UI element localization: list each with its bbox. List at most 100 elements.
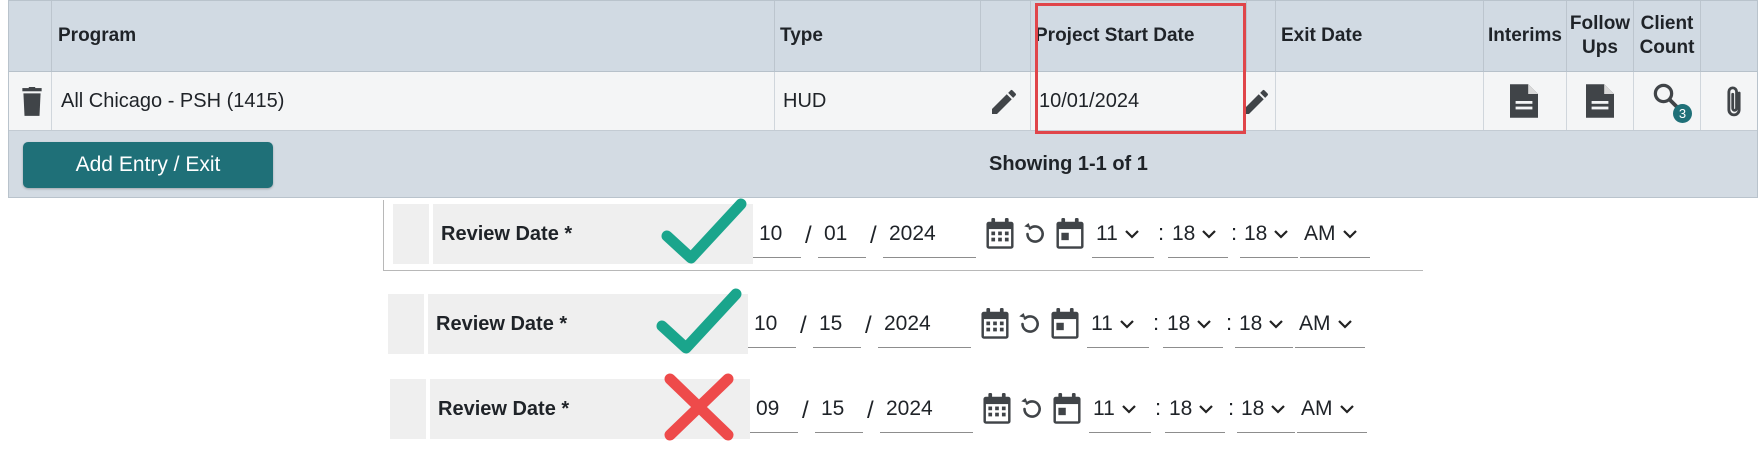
ampm-select[interactable]: AM — [1300, 210, 1370, 258]
hour-select[interactable]: 11 — [1089, 385, 1151, 433]
document-icon[interactable] — [1510, 84, 1538, 118]
paperclip-icon[interactable] — [1723, 84, 1745, 120]
second-select[interactable]: 18 — [1237, 385, 1295, 433]
date-separator: / — [867, 397, 874, 424]
hour-select[interactable]: 11 — [1092, 210, 1154, 258]
chevron-down-icon — [1122, 404, 1136, 414]
minute-value: 18 — [1167, 311, 1191, 335]
calendar-button[interactable] — [985, 218, 1015, 255]
month-input[interactable]: 09 — [750, 385, 798, 433]
chevron-down-icon — [1125, 229, 1139, 239]
minute-value: 18 — [1172, 221, 1196, 245]
header-program[interactable]: Program — [58, 1, 136, 71]
client-count-badge: 3 — [1673, 104, 1692, 123]
month-input[interactable]: 10 — [748, 300, 796, 348]
checkmark-icon — [656, 288, 742, 354]
second-value: 18 — [1241, 396, 1265, 420]
second-value: 18 — [1244, 221, 1268, 245]
document-icon[interactable] — [1586, 84, 1614, 118]
ampm-value: AM — [1301, 396, 1333, 420]
type-cell: HUD — [783, 89, 827, 112]
minute-value: 18 — [1169, 396, 1193, 420]
today-button[interactable] — [1055, 218, 1085, 255]
hour-select[interactable]: 11 — [1087, 300, 1149, 348]
year-input[interactable]: 2024 — [883, 210, 976, 258]
second-select[interactable]: 18 — [1240, 210, 1298, 258]
review-date-row: Review Date * 10 / 15 / 2024 11 : 18: 1… — [388, 288, 1365, 354]
second-value: 18 — [1239, 311, 1263, 335]
time-separator: : — [1155, 395, 1162, 420]
time-separator: : — [1158, 220, 1165, 245]
row-divider — [383, 270, 1423, 271]
time-separator: : — [1226, 310, 1233, 335]
program-cell: All Chicago - PSH (1415) — [61, 89, 285, 112]
year-input[interactable]: 2024 — [880, 385, 973, 433]
chevron-down-icon — [1197, 319, 1212, 329]
calendar-button[interactable] — [982, 393, 1012, 430]
hour-value: 11 — [1091, 311, 1113, 335]
validity-mark — [662, 371, 736, 448]
today-button[interactable] — [1052, 393, 1082, 430]
day-input[interactable]: 15 — [815, 385, 863, 433]
entry-exit-panel: Program Type Project Start Date Exit Dat… — [8, 0, 1758, 198]
validity-mark — [661, 196, 747, 273]
chevron-down-icon — [1342, 229, 1357, 239]
today-button[interactable] — [1050, 308, 1080, 345]
chevron-down-icon — [1202, 229, 1217, 239]
chevron-down-icon — [1271, 404, 1286, 414]
calendar-icon[interactable] — [980, 308, 1010, 340]
month-input[interactable]: 10 — [753, 210, 801, 258]
chevron-down-icon — [1120, 319, 1134, 329]
time-separator: : — [1231, 220, 1238, 245]
calendar-button[interactable] — [980, 308, 1010, 345]
calendar-icon[interactable] — [982, 393, 1012, 425]
header-interims[interactable]: Interims — [1484, 1, 1566, 71]
review-date-row: Review Date * 10 / 01 / 2024 11 : 18: 1… — [393, 198, 1370, 264]
row-stub — [393, 204, 429, 264]
pencil-icon[interactable] — [988, 86, 1020, 118]
minute-select[interactable]: 18 — [1165, 385, 1225, 433]
date-separator: / — [805, 222, 812, 249]
calendar-today-icon[interactable] — [1050, 308, 1080, 340]
undo-icon[interactable] — [1016, 311, 1042, 337]
header-follow-ups[interactable]: Follow Ups — [1567, 1, 1633, 71]
chevron-down-icon — [1337, 319, 1352, 329]
header-client-count[interactable]: Client Count — [1634, 1, 1700, 71]
date-separator: / — [802, 397, 809, 424]
ampm-value: AM — [1299, 311, 1331, 335]
minute-select[interactable]: 18 — [1163, 300, 1223, 348]
hour-value: 11 — [1096, 221, 1118, 245]
reset-date-button[interactable] — [1016, 311, 1042, 342]
checkmark-icon — [661, 198, 747, 264]
date-separator: / — [865, 312, 872, 339]
header-exit-date[interactable]: Exit Date — [1281, 1, 1362, 71]
undo-icon[interactable] — [1018, 396, 1044, 422]
row-stub — [390, 379, 426, 439]
row-divider — [383, 200, 384, 270]
calendar-today-icon[interactable] — [1052, 393, 1082, 425]
ampm-select[interactable]: AM — [1297, 385, 1367, 433]
ampm-select[interactable]: AM — [1295, 300, 1365, 348]
minute-select[interactable]: 18 — [1168, 210, 1228, 258]
day-input[interactable]: 01 — [818, 210, 866, 258]
add-entry-exit-button[interactable]: Add Entry / Exit — [23, 142, 273, 188]
ampm-value: AM — [1304, 221, 1336, 245]
day-input[interactable]: 15 — [813, 300, 861, 348]
calendar-today-icon[interactable] — [1055, 218, 1085, 250]
table-row: All Chicago - PSH (1415) HUD 10/01/2024 — [9, 72, 1757, 131]
header-type[interactable]: Type — [780, 1, 823, 71]
reset-date-button[interactable] — [1018, 396, 1044, 427]
row-stub — [388, 294, 424, 354]
second-select[interactable]: 18 — [1235, 300, 1293, 348]
chevron-down-icon — [1199, 404, 1214, 414]
year-input[interactable]: 2024 — [878, 300, 971, 348]
validity-mark — [656, 286, 742, 363]
x-mark-icon — [664, 373, 734, 441]
reset-date-button[interactable] — [1021, 221, 1047, 252]
undo-icon[interactable] — [1021, 221, 1047, 247]
time-separator: : — [1228, 395, 1235, 420]
chevron-down-icon — [1274, 229, 1289, 239]
trash-icon[interactable] — [19, 87, 45, 117]
time-separator: : — [1153, 310, 1160, 335]
calendar-icon[interactable] — [985, 218, 1015, 250]
